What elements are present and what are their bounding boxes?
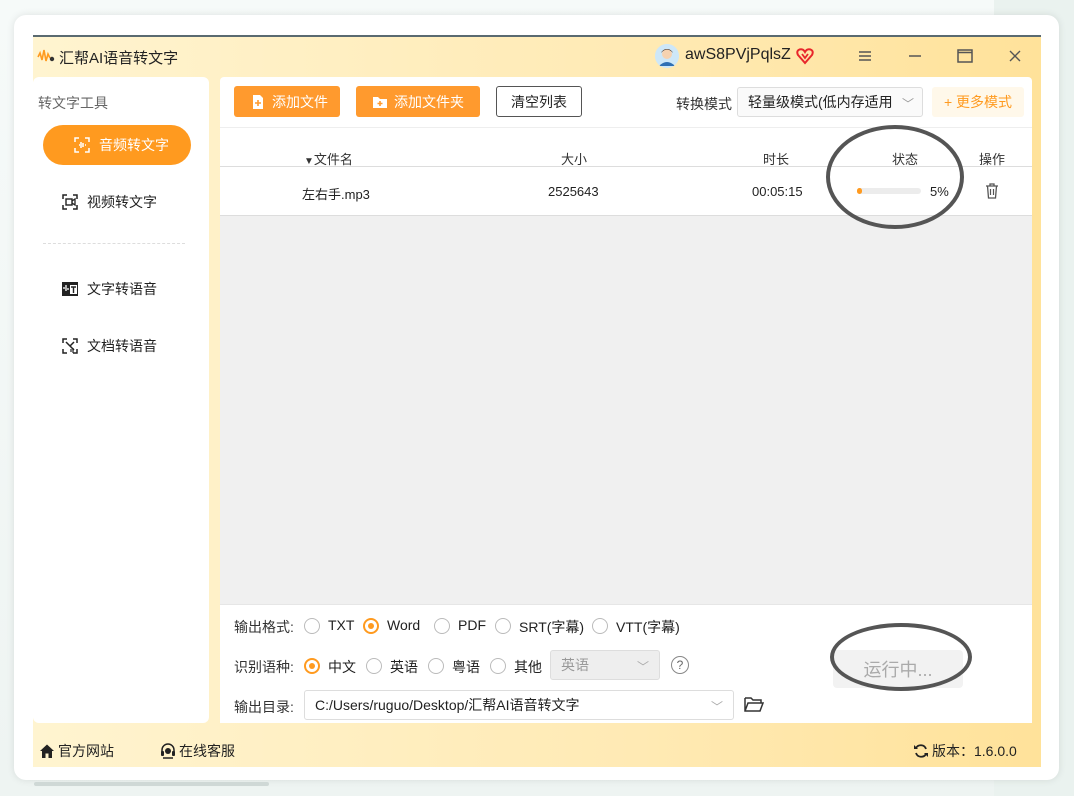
taskbar-scroll-indicator — [34, 782, 269, 786]
sort-down-icon: ▼ — [304, 156, 314, 167]
video-to-text-icon — [62, 194, 78, 210]
username-label[interactable]: awS8PVjPqlsZ — [685, 46, 791, 64]
format-radio-vtt[interactable] — [592, 618, 608, 634]
audio-to-text-icon — [74, 137, 90, 153]
clear-list-button[interactable]: 清空列表 — [496, 86, 582, 117]
mode-select[interactable]: 轻量级模式(低内存适用 ﹀ — [737, 87, 923, 117]
chevron-down-icon: ﹀ — [636, 660, 649, 674]
format-option-pdf[interactable]: PDF — [458, 617, 486, 633]
headset-icon — [161, 743, 175, 759]
sidebar-item-audio-to-text[interactable]: 音频转文字 — [43, 125, 191, 165]
maximize-icon[interactable] — [951, 43, 979, 69]
lang-option-cantonese[interactable]: 粤语 — [452, 657, 480, 677]
chevron-down-icon: ﹀ — [710, 700, 723, 714]
other-language-value: 英语 — [561, 657, 589, 673]
file-name-cell: 左右手.mp3 — [302, 187, 370, 202]
format-option-srt[interactable]: SRT(字幕) — [519, 617, 584, 637]
lang-option-english[interactable]: 英语 — [390, 657, 418, 677]
official-website-link[interactable]: 官方网站 — [39, 741, 114, 761]
delete-trash-icon[interactable] — [985, 183, 999, 199]
menu-icon[interactable] — [851, 43, 879, 69]
app-logo-icon — [37, 49, 55, 62]
app-window: 汇帮AI语音转文字 awS8PVjPqlsZ 转文字工具 音频转文字 视频转文字… — [33, 35, 1041, 767]
sidebar-item-doc-to-speech[interactable]: 文档转语音 — [43, 326, 191, 366]
file-list-empty-area — [220, 216, 1032, 604]
avatar-icon — [655, 44, 679, 68]
minimize-icon[interactable] — [901, 43, 929, 69]
add-file-button[interactable]: 添加文件 — [234, 86, 340, 117]
lang-option-chinese[interactable]: 中文 — [328, 657, 356, 677]
title-bar: 汇帮AI语音转文字 awS8PVjPqlsZ — [33, 37, 1041, 75]
add-file-label: 添加文件 — [272, 93, 328, 110]
lang-option-other[interactable]: 其他 — [514, 657, 542, 677]
column-header-size: 大小 — [561, 152, 588, 167]
help-icon[interactable]: ? — [671, 656, 689, 674]
refresh-icon — [914, 744, 928, 758]
sidebar-section-title: 转文字工具 — [38, 95, 108, 111]
language-label: 识别语种: — [234, 659, 294, 675]
lang-radio-cantonese[interactable] — [428, 658, 444, 674]
online-support-label: 在线客服 — [179, 743, 235, 759]
close-icon[interactable] — [1001, 43, 1029, 69]
add-folder-icon — [373, 96, 387, 108]
mode-label: 转换模式 — [676, 96, 732, 112]
file-size-cell: 2525643 — [548, 184, 599, 199]
column-header-name[interactable]: ▼文件名 — [304, 149, 353, 168]
add-file-icon — [253, 94, 263, 109]
home-icon — [40, 744, 54, 758]
lang-radio-english[interactable] — [366, 658, 382, 674]
app-title: 汇帮AI语音转文字 — [59, 50, 179, 67]
vip-heart-icon[interactable] — [796, 47, 814, 65]
mode-select-value: 轻量级模式(低内存适用 — [748, 94, 893, 110]
official-website-label: 官方网站 — [58, 743, 114, 759]
column-header-action: 操作 — [979, 152, 1006, 167]
run-button-highlight-ring — [830, 623, 972, 691]
column-header-name-label: 文件名 — [313, 152, 353, 167]
more-modes-button[interactable]: + 更多模式 — [932, 87, 1024, 117]
toolbar: 添加文件 添加文件夹 清空列表 转换模式 轻量级模式(低内存适用 ﹀ + 更多模… — [220, 77, 1032, 127]
format-radio-pdf[interactable] — [434, 618, 450, 634]
format-radio-srt[interactable] — [495, 618, 511, 634]
format-option-txt[interactable]: TXT — [328, 617, 354, 633]
format-option-word[interactable]: Word — [387, 617, 420, 633]
sidebar-divider — [43, 243, 185, 244]
sidebar-item-label: 文字转语音 — [87, 281, 157, 297]
sidebar: 转文字工具 音频转文字 视频转文字 文字转语音 文档转语音 — [33, 77, 209, 723]
sidebar-item-label: 视频转文字 — [87, 194, 157, 210]
format-label: 输出格式: — [234, 619, 294, 635]
format-option-vtt[interactable]: VTT(字幕) — [616, 617, 680, 637]
lang-radio-chinese[interactable] — [304, 658, 320, 674]
output-dir-label: 输出目录: — [234, 699, 294, 715]
user-avatar[interactable] — [655, 44, 679, 68]
file-duration-cell: 00:05:15 — [752, 184, 803, 199]
format-radio-txt[interactable] — [304, 618, 320, 634]
format-radio-word[interactable] — [363, 618, 379, 634]
doc-to-speech-icon — [62, 338, 78, 354]
version-label: 版本：1.6.0.0 — [932, 743, 1017, 759]
output-dir-value: C:/Users/ruguo/Desktop/汇帮AI语音转文字 — [315, 697, 580, 713]
open-folder-icon[interactable] — [744, 695, 764, 713]
sidebar-item-video-to-text[interactable]: 视频转文字 — [43, 182, 191, 222]
sidebar-item-label: 文档转语音 — [87, 338, 157, 354]
lang-radio-other[interactable] — [490, 658, 506, 674]
text-to-speech-icon — [62, 282, 78, 296]
chevron-down-icon: ﹀ — [901, 97, 914, 111]
add-folder-label: 添加文件夹 — [394, 93, 464, 110]
sidebar-item-label: 音频转文字 — [99, 137, 169, 153]
sidebar-item-text-to-speech[interactable]: 文字转语音 — [43, 269, 191, 309]
output-dir-input[interactable]: C:/Users/ruguo/Desktop/汇帮AI语音转文字 ﹀ — [304, 690, 734, 720]
status-highlight-ring — [826, 125, 964, 229]
version-info[interactable]: 版本：1.6.0.0 — [913, 741, 1017, 761]
online-support-link[interactable]: 在线客服 — [160, 741, 235, 761]
column-header-duration: 时长 — [763, 152, 790, 167]
other-language-select[interactable]: 英语 ﹀ — [550, 650, 660, 680]
footer: 官方网站 在线客服 版本：1.6.0.0 — [33, 733, 1041, 765]
add-folder-button[interactable]: 添加文件夹 — [356, 86, 480, 117]
